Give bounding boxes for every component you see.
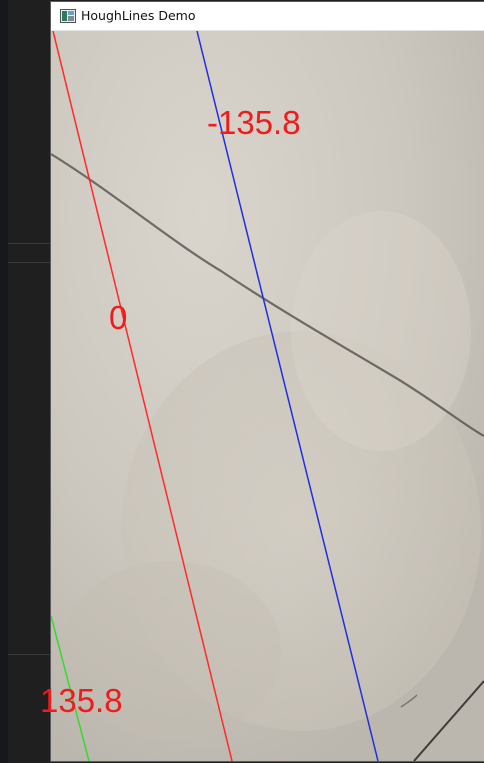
desktop-divider: [8, 654, 54, 655]
theta-label-green-line: 135.8: [40, 682, 123, 719]
theta-label-red-line: 0: [109, 299, 128, 336]
theta-label-blue-line: -135.8: [207, 104, 301, 141]
image-window-icon: [60, 8, 76, 23]
title-bar[interactable]: HoughLines Demo: [51, 2, 484, 31]
desktop-edge: [0, 0, 8, 763]
window-title: HoughLines Demo: [81, 8, 196, 23]
desktop-divider: [8, 243, 54, 244]
desktop-divider: [8, 262, 54, 263]
